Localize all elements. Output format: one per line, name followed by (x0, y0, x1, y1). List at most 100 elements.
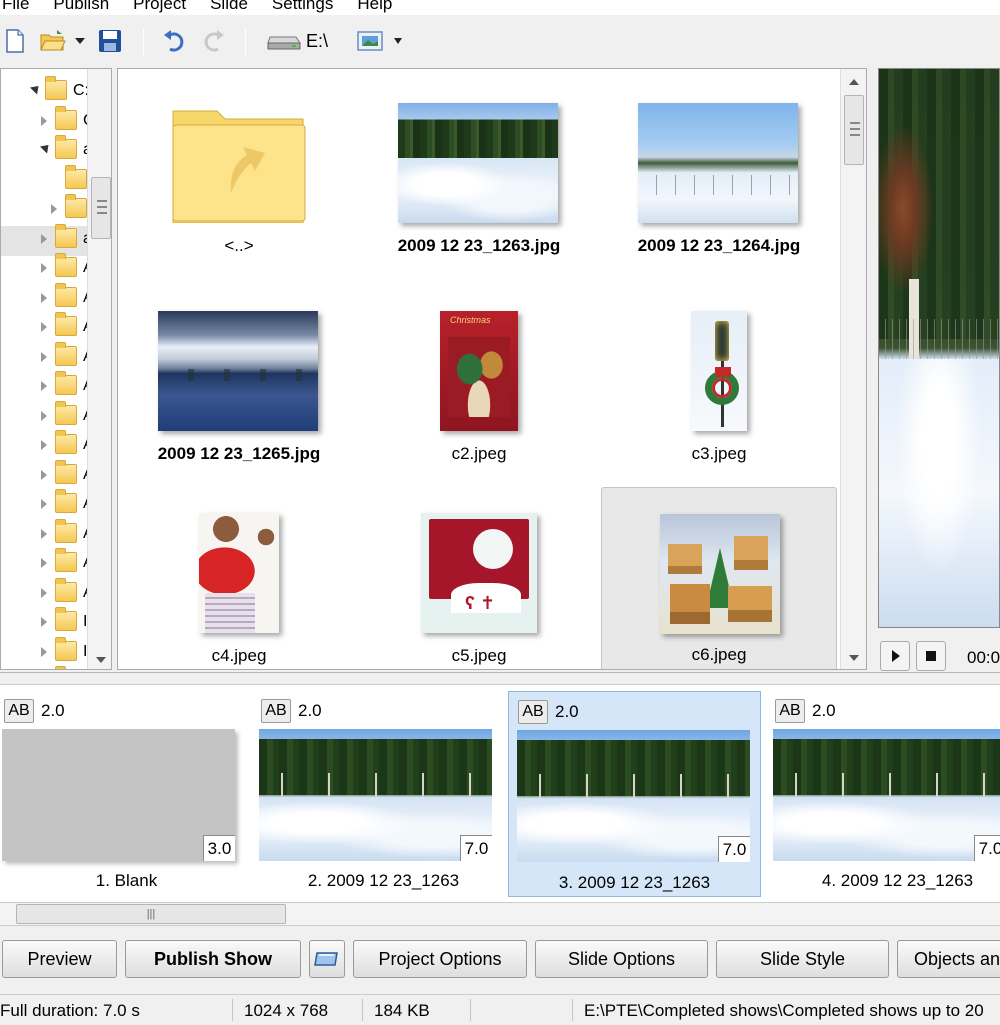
collapsed-arrow-icon[interactable] (41, 558, 47, 568)
tree-item[interactable]: A (1, 282, 94, 313)
file-thumbnail-item[interactable]: 2009 12 23_1264.jpg (601, 77, 837, 267)
file-thumbnail-item[interactable]: ʕ ✝ c5.jpeg (361, 487, 597, 669)
file-thumbnail-item[interactable]: c3.jpeg (601, 285, 837, 475)
tree-item[interactable]: I (1, 636, 87, 667)
collapsed-arrow-icon[interactable] (41, 528, 47, 539)
objects-and-animation-button[interactable]: Objects and (897, 940, 1000, 978)
drive-selector-button[interactable]: E:\ (266, 26, 338, 56)
tree-item[interactable]: A (1, 371, 94, 401)
menu-help[interactable]: Help (345, 0, 404, 15)
tree-item[interactable]: A (1, 459, 94, 490)
file-browser[interactable]: <..> 2009 12 23_1263.jpg 2009 12 23_1264.j… (117, 68, 867, 670)
fullscreen-preview-button[interactable] (309, 940, 345, 978)
slide-item[interactable]: AB 2.0 3.0 1. Blank (0, 691, 253, 897)
collapsed-arrow-icon[interactable] (41, 587, 47, 598)
redo-button[interactable] (200, 26, 228, 56)
slide-item[interactable]: AB 2.0 7.0 4. 2009 12 23_1263 (771, 691, 1000, 897)
menu-file[interactable]: File (0, 0, 41, 15)
slide-options-button[interactable]: Slide Options (535, 940, 708, 978)
browser-scroll-thumb[interactable] (844, 95, 864, 165)
tree-item[interactable] (1, 194, 87, 224)
collapsed-arrow-icon[interactable] (41, 292, 47, 303)
tree-item[interactable]: A (1, 430, 94, 460)
open-project-button[interactable] (38, 26, 68, 56)
tree-item[interactable]: a (1, 223, 92, 254)
tree-item[interactable]: A (1, 312, 94, 342)
collapsed-arrow-icon[interactable] (41, 410, 47, 421)
collapsed-arrow-icon[interactable] (41, 381, 47, 391)
browser-scrollbar[interactable] (840, 69, 866, 669)
collapsed-arrow-icon[interactable] (41, 322, 47, 332)
transition-effect-badge[interactable]: AB (261, 699, 291, 723)
collapsed-arrow-icon[interactable] (41, 469, 47, 480)
tree-item[interactable]: A (1, 341, 94, 372)
scroll-up-arrow-icon[interactable] (849, 79, 859, 85)
project-options-button[interactable]: Project Options (353, 940, 527, 978)
menu-project[interactable]: Project (121, 0, 198, 15)
save-button[interactable] (96, 26, 124, 56)
slide-duration[interactable]: 3.0 (203, 835, 235, 861)
collapsed-arrow-icon[interactable] (51, 204, 57, 214)
tree-item[interactable]: I (1, 666, 87, 669)
preview-button[interactable]: Preview (2, 940, 117, 978)
tree-item[interactable]: A (1, 577, 94, 608)
view-mode-button[interactable] (356, 26, 384, 56)
publish-show-button[interactable]: Publish Show (125, 940, 301, 978)
undo-button[interactable] (160, 26, 188, 56)
tree-item[interactable] (1, 164, 87, 195)
tree-item[interactable]: I (1, 607, 87, 637)
slide-list[interactable]: AB 2.0 3.0 1. Blank AB 2.0 7.0 2. 2009 12 23_12… (0, 684, 1000, 902)
slide-list-scrollbar[interactable]: ||| (0, 902, 1000, 926)
scroll-down-arrow-icon[interactable] (96, 657, 106, 663)
file-thumbnail-item[interactable]: Christmas c2.jpeg (361, 285, 597, 475)
stop-button[interactable] (916, 641, 946, 671)
tree-item[interactable]: A (1, 253, 94, 283)
transition-effect-badge[interactable]: AB (518, 700, 548, 724)
transition-effect-badge[interactable]: AB (775, 699, 805, 723)
play-button[interactable] (880, 641, 910, 671)
tree-item[interactable]: A (1, 489, 94, 519)
collapsed-arrow-icon[interactable] (41, 351, 47, 362)
tree-item[interactable]: A (1, 518, 94, 549)
tree-item[interactable]: A (1, 400, 94, 431)
collapsed-arrow-icon[interactable] (41, 263, 47, 273)
parent-folder-item[interactable]: <..> (121, 77, 357, 267)
image-view-icon (357, 31, 383, 51)
menu-publish[interactable]: Publish (41, 0, 121, 15)
slide-list-scroll-thumb[interactable]: ||| (16, 904, 286, 924)
slide-duration[interactable]: 7.0 (974, 835, 1000, 861)
tree-item[interactable]: C (1, 105, 95, 136)
tree-item[interactable]: A (1, 548, 94, 578)
slide-style-button[interactable]: Slide Style (716, 940, 889, 978)
expanded-arrow-icon[interactable] (39, 141, 53, 154)
folder-tree[interactable]: C:CaaAAAAAAAAAAAAIII (0, 68, 112, 670)
collapsed-arrow-icon[interactable] (41, 233, 47, 244)
file-thumbnail-item[interactable]: 2009 12 23_1263.jpg (361, 77, 597, 267)
collapsed-arrow-icon[interactable] (41, 499, 47, 509)
expanded-arrow-icon[interactable] (29, 82, 43, 95)
menu-slide[interactable]: Slide (198, 0, 260, 15)
tree-scroll-thumb[interactable] (91, 177, 111, 239)
collapsed-arrow-icon[interactable] (41, 115, 47, 126)
file-thumbnail-item[interactable]: 2009 12 23_1265.jpg (121, 285, 357, 475)
file-thumbnail-item[interactable]: c6.jpeg (601, 487, 837, 669)
file-thumbnail-item[interactable]: c4.jpeg (121, 487, 357, 669)
tree-scrollbar[interactable] (87, 69, 111, 669)
slide-item[interactable]: AB 2.0 7.0 3. 2009 12 23_1263 (508, 691, 761, 897)
collapsed-arrow-icon[interactable] (41, 617, 47, 627)
folder-icon (55, 135, 77, 159)
open-recent-dropdown[interactable] (72, 26, 88, 56)
slide-duration[interactable]: 7.0 (718, 836, 750, 862)
slide-duration[interactable]: 7.0 (460, 835, 492, 861)
panel-splitter[interactable] (0, 672, 1000, 684)
tree-item[interactable]: a (1, 135, 92, 165)
slide-item[interactable]: AB 2.0 7.0 2. 2009 12 23_1263 (257, 691, 510, 897)
tree-item[interactable]: C: (1, 76, 89, 106)
new-project-button[interactable] (2, 26, 28, 56)
menu-settings[interactable]: Settings (260, 0, 345, 15)
collapsed-arrow-icon[interactable] (41, 646, 47, 657)
collapsed-arrow-icon[interactable] (41, 440, 47, 450)
view-mode-dropdown[interactable] (390, 26, 406, 56)
transition-effect-badge[interactable]: AB (4, 699, 34, 723)
scroll-down-arrow-icon[interactable] (849, 655, 859, 661)
